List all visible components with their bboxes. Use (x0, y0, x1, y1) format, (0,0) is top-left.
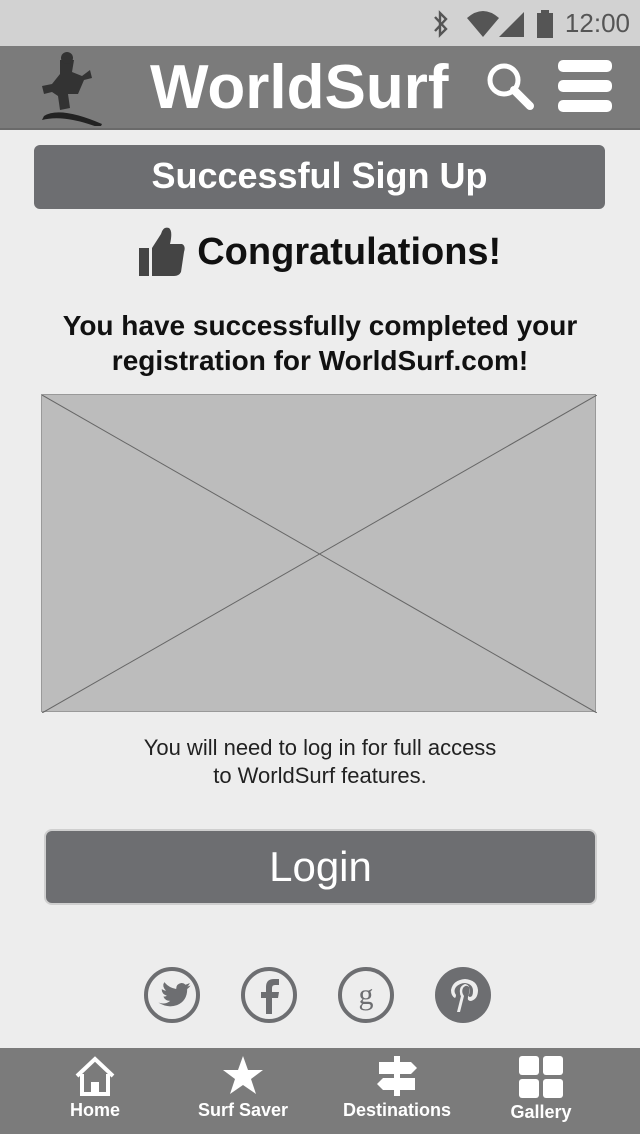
image-placeholder (41, 394, 598, 714)
wifi-icon (467, 11, 499, 37)
nav-destinations-label: Destinations (342, 1100, 452, 1120)
image-placeholder-cross (41, 394, 598, 714)
battery-icon (537, 10, 553, 38)
bottom-navigation: Home Surf Saver Destinations Gallery (0, 1048, 640, 1134)
congrats-heading: Congratulations! (0, 226, 640, 290)
page-banner: Successful Sign Up (34, 145, 605, 209)
nav-home-label: Home (69, 1100, 120, 1120)
status-time: 12:00 (564, 8, 630, 38)
nav-gallery[interactable]: Gallery (500, 1048, 582, 1134)
star-icon (223, 1056, 263, 1094)
signal-icon (499, 12, 524, 37)
congrats-text: Congratulations! (197, 230, 502, 273)
thumbs-up-icon (138, 227, 185, 276)
facebook-icon[interactable] (240, 966, 298, 1024)
nav-home[interactable]: Home (52, 1048, 138, 1134)
grid-icon (519, 1056, 563, 1098)
success-message-line1: You have successfully completed your (62, 310, 578, 341)
app-title: WorldSurf (150, 53, 449, 122)
hamburger-menu-icon[interactable] (558, 58, 612, 114)
svg-text:g: g (359, 978, 374, 1011)
signpost-icon (377, 1056, 417, 1096)
home-icon (75, 1056, 115, 1096)
app-header: WorldSurf (0, 46, 640, 130)
login-button[interactable]: Login (44, 829, 597, 905)
bluetooth-icon (434, 10, 448, 38)
surfer-logo-icon[interactable] (30, 50, 106, 126)
nav-surf-saver-label: Surf Saver (197, 1100, 289, 1120)
login-info-line2: to WorldSurf features. (213, 763, 427, 788)
nav-destinations[interactable]: Destinations (338, 1048, 456, 1134)
login-info-text: You will need to log in for full access … (60, 734, 580, 790)
twitter-icon[interactable] (143, 966, 201, 1024)
status-bar: 12:00 (0, 0, 640, 46)
nav-surf-saver[interactable]: Surf Saver (193, 1048, 293, 1134)
login-info-line1: You will need to log in for full access (143, 735, 497, 760)
success-message: You have successfully completed your reg… (20, 308, 620, 378)
google-icon[interactable]: g (337, 966, 395, 1024)
search-icon[interactable] (484, 60, 536, 112)
nav-gallery-label: Gallery (510, 1102, 572, 1122)
pinterest-icon[interactable] (434, 966, 492, 1024)
success-message-line2: registration for WorldSurf.com! (111, 345, 529, 376)
